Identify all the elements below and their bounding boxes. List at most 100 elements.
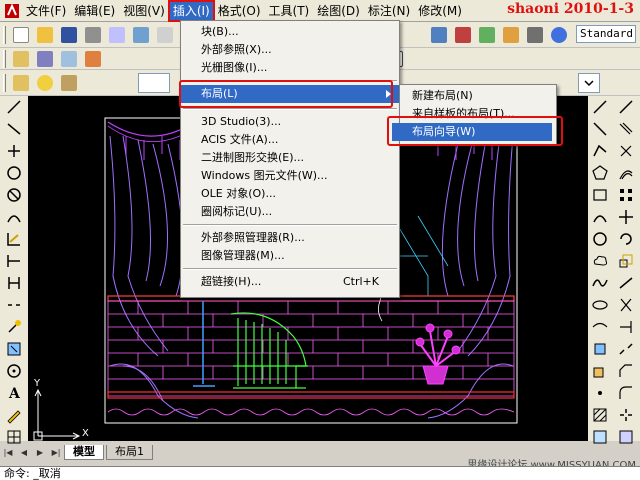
menu-item-hyperlink[interactable]: 超链接(H)... Ctrl+K — [181, 273, 399, 291]
layer-combo[interactable] — [138, 73, 170, 93]
preview-button[interactable] — [106, 25, 128, 45]
layer-manager-button[interactable] — [10, 49, 32, 69]
autocad-app-icon[interactable] — [2, 2, 22, 20]
toolbar-grip[interactable] — [3, 25, 6, 44]
menu-item-wmf[interactable]: Windows 图元文件(W)... — [181, 167, 399, 185]
menu-item-xref-manager[interactable]: 外部参照管理器(R)... — [181, 229, 399, 247]
construction-line-button[interactable] — [589, 120, 611, 138]
menu-item-ole-object[interactable]: OLE 对象(O)... — [181, 185, 399, 203]
trim-tool-button[interactable] — [3, 274, 25, 292]
extend-button[interactable] — [615, 318, 637, 336]
layer-state-button[interactable] — [34, 49, 56, 69]
menu-item-raster-image[interactable]: 光栅图像(I)... — [181, 59, 399, 77]
open-file-button[interactable] — [34, 25, 56, 45]
chamfer-button[interactable] — [615, 362, 637, 380]
menu-format[interactable]: 格式(O) — [214, 1, 265, 21]
menu-view[interactable]: 视图(V) — [119, 1, 169, 21]
menu-item-image-manager[interactable]: 图像管理器(M)... — [181, 247, 399, 265]
menu-modify[interactable]: 修改(M) — [414, 1, 466, 21]
layer-lock-button[interactable] — [58, 73, 80, 93]
break-button[interactable] — [615, 340, 637, 358]
properties-button[interactable] — [428, 25, 450, 45]
menu-item-dxb[interactable]: 二进制图形交换(E)... — [181, 149, 399, 167]
spline-button[interactable] — [589, 274, 611, 292]
text-tool-button[interactable]: A — [3, 384, 25, 402]
make-block-button[interactable] — [589, 362, 611, 380]
toolbar-grip[interactable] — [3, 73, 6, 92]
layer-previous-button[interactable] — [58, 49, 80, 69]
stretch-button[interactable] — [615, 274, 637, 292]
menu-item-xref[interactable]: 外部参照(X)... — [181, 41, 399, 59]
toolbar-grip[interactable] — [3, 49, 6, 68]
submenu-item-new-layout[interactable]: 新建布局(N) — [400, 87, 556, 105]
menu-edit[interactable]: 编辑(E) — [70, 1, 119, 21]
scale-button[interactable] — [615, 252, 637, 270]
text-style-combo[interactable]: Standard — [576, 25, 636, 43]
arc-button[interactable] — [589, 208, 611, 226]
arc-tool-button[interactable] — [3, 208, 25, 226]
insert-block-button[interactable] — [589, 340, 611, 358]
draw-line-button[interactable] — [589, 98, 611, 116]
calculator-button[interactable] — [524, 25, 546, 45]
revcloud-button[interactable] — [589, 252, 611, 270]
rectangle-button[interactable] — [589, 186, 611, 204]
array-button[interactable] — [615, 186, 637, 204]
menu-item-layout[interactable]: 布局(L) — [181, 85, 399, 103]
break-tool-button[interactable] — [3, 296, 25, 314]
circle-tool-button[interactable] — [3, 164, 25, 182]
new-file-button[interactable] — [10, 25, 32, 45]
trim-button[interactable] — [615, 296, 637, 314]
stretch-tool-button[interactable] — [3, 230, 25, 248]
menu-item-3d-studio[interactable]: 3D Studio(3)... — [181, 113, 399, 131]
align-tool-button[interactable] — [3, 142, 25, 160]
offset-button[interactable] — [615, 164, 637, 182]
first-tab-button[interactable]: |◀ — [0, 446, 16, 460]
layer-match-button[interactable] — [82, 49, 104, 69]
layer-properties-button[interactable] — [10, 73, 32, 93]
ellipse-button[interactable] — [589, 296, 611, 314]
tab-model[interactable]: 模型 — [64, 445, 104, 460]
submenu-item-layout-from-template[interactable]: 来自样板的布局(T)... — [400, 105, 556, 123]
help-button[interactable] — [548, 25, 570, 45]
point-button[interactable] — [589, 384, 611, 402]
move-button[interactable] — [615, 208, 637, 226]
menu-draw[interactable]: 绘图(D) — [313, 1, 364, 21]
menu-dimension[interactable]: 标注(N) — [364, 1, 414, 21]
circle-button[interactable] — [589, 230, 611, 248]
markup-button[interactable] — [500, 25, 522, 45]
print-button[interactable] — [82, 25, 104, 45]
layer-freeze-button[interactable] — [34, 73, 56, 93]
last-tab-button[interactable]: ▶| — [48, 446, 64, 460]
polygon-button[interactable] — [589, 164, 611, 182]
next-tab-button[interactable]: ▶ — [32, 446, 48, 460]
ellipse-arc-button[interactable] — [589, 318, 611, 336]
extend-tool-button[interactable] — [3, 252, 25, 270]
publish-button[interactable] — [130, 25, 152, 45]
line-tool-button[interactable] — [3, 98, 25, 116]
hatch-tool-button[interactable] — [3, 340, 25, 358]
pencil-tool-button[interactable] — [3, 406, 25, 424]
linetype-combo-dropdown[interactable] — [578, 73, 600, 93]
submenu-item-layout-wizard[interactable]: 布局向导(W) — [392, 123, 552, 141]
prev-tab-button[interactable]: ◀ — [16, 446, 32, 460]
save-button[interactable] — [58, 25, 80, 45]
point-tool-button[interactable] — [3, 362, 25, 380]
polyline-button[interactable] — [589, 142, 611, 160]
explode-button[interactable] — [615, 406, 637, 424]
command-line[interactable]: 命令: _取消 — [0, 466, 640, 480]
tool-palette-button[interactable] — [476, 25, 498, 45]
erase-button[interactable] — [615, 98, 637, 116]
rotate-button[interactable] — [615, 230, 637, 248]
menu-item-markup[interactable]: 圈阅标记(U)... — [181, 203, 399, 221]
menu-item-acis-file[interactable]: ACIS 文件(A)... — [181, 131, 399, 149]
ray-tool-button[interactable] — [3, 120, 25, 138]
mirror-button[interactable] — [615, 142, 637, 160]
fillet-button[interactable] — [615, 384, 637, 402]
explode-tool-button[interactable] — [3, 318, 25, 336]
tab-layout1[interactable]: 布局1 — [106, 445, 153, 460]
menu-tools[interactable]: 工具(T) — [265, 1, 314, 21]
menu-file[interactable]: 文件(F) — [22, 1, 70, 21]
menu-item-block[interactable]: 块(B)... — [181, 23, 399, 41]
no-entry-tool-button[interactable] — [3, 186, 25, 204]
menu-insert[interactable]: 插入(I) — [167, 0, 215, 22]
